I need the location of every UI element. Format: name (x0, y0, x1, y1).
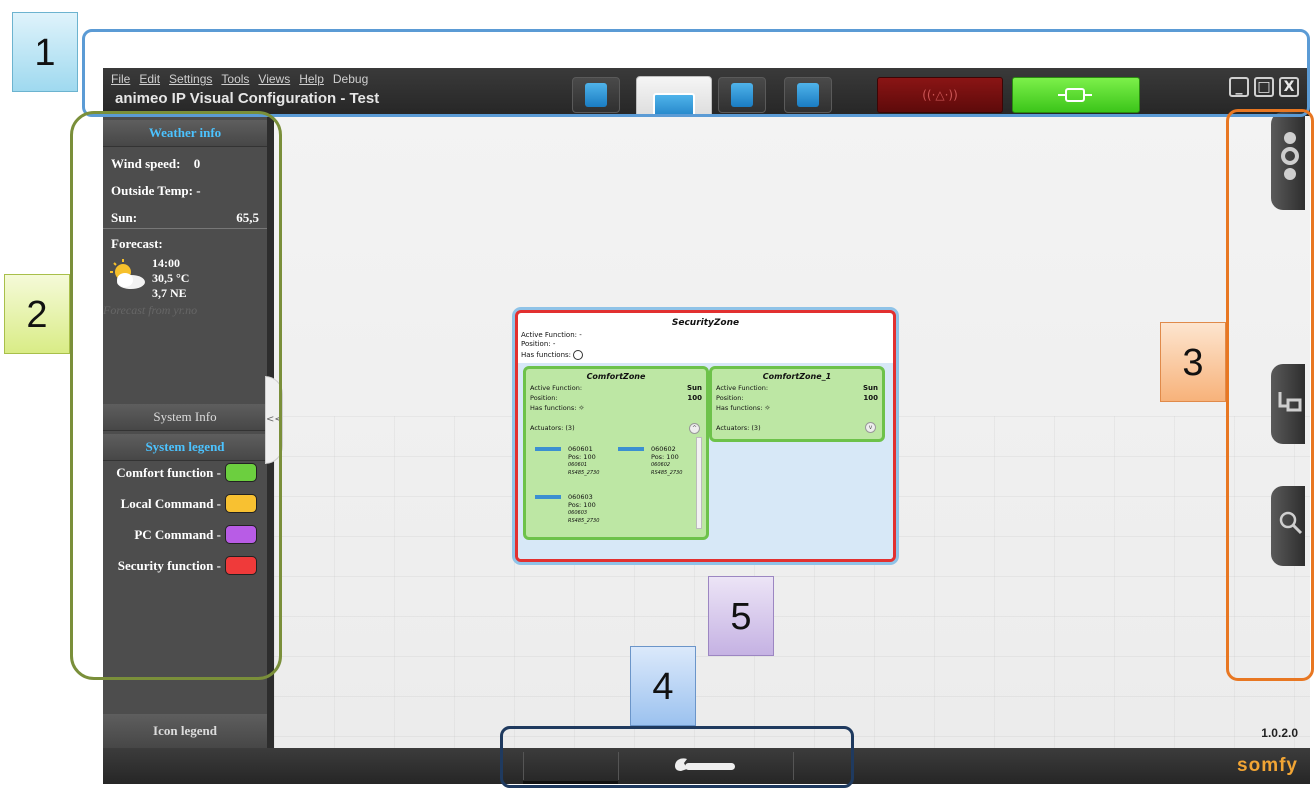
subzone-position-value: 100 (863, 394, 878, 402)
zone-has-functions-label: Has functions: (521, 351, 572, 359)
annotation-label-3: 3 (1160, 322, 1226, 402)
subzone-position-value: 100 (687, 394, 702, 402)
clock-icon (573, 350, 584, 360)
app-window: File Edit Settings Tools Views Help Debu… (103, 68, 1310, 784)
actuator-bus: RS485_2730 (651, 470, 683, 476)
comfort-zone-1-card[interactable]: ComfortZone_1 Active Function: Sun Posit… (709, 366, 885, 442)
subzone-title: ComfortZone_1 (762, 372, 832, 381)
actuator-code: 060602 (651, 462, 671, 468)
subzone-active-function-label: Active Function: (716, 384, 769, 392)
collapse-chevron-icon[interactable]: ^ (689, 423, 700, 434)
annotation-label-5: 5 (708, 576, 774, 656)
actuator-item[interactable]: 060602 Pos: 100 060602 RS485_2730 (618, 445, 683, 477)
actuator-pos: Pos: 100 (568, 453, 596, 461)
actuator-pos: Pos: 100 (651, 453, 679, 461)
subzone-active-function-value: Sun (862, 384, 878, 392)
subzone-position-label: Position: (530, 394, 558, 402)
actuator-item[interactable]: 060601 Pos: 100 060601 RS485_2730 (535, 445, 600, 477)
annotation-label-2: 2 (4, 274, 70, 354)
zone-canvas[interactable]: SecurityZone Active Function: - Position… (274, 116, 1310, 748)
annotation-frame-2 (70, 111, 282, 680)
actuator-id: 060601 (568, 445, 593, 453)
zone-position: Position: - (521, 340, 556, 348)
sun-function-icon: ☼ (764, 404, 771, 412)
comfort-zone-card[interactable]: ComfortZone Active Function: Sun Positio… (523, 366, 709, 540)
annotation-label-4: 4 (630, 646, 696, 726)
actuator-code: 060603 (568, 510, 588, 516)
blind-icon (535, 495, 561, 499)
actuator-id: 060603 (568, 493, 593, 501)
expand-chevron-icon[interactable]: v (865, 422, 876, 433)
zone-title: SecurityZone (671, 318, 740, 328)
actuator-item[interactable]: 060603 Pos: 100 060603 RS485_2730 (535, 493, 600, 525)
somfy-logo: somfy (1237, 755, 1298, 776)
subzone-active-function-label: Active Function: (530, 384, 583, 392)
icon-legend-header[interactable]: Icon legend (103, 714, 267, 748)
actuator-scrollbar[interactable] (696, 437, 702, 529)
zone-has-functions: Has functions: (521, 350, 584, 360)
actuator-bus: RS485_2730 (568, 470, 600, 476)
version-label: 1.0.2.0 (1261, 726, 1298, 740)
actuator-id: 060602 (651, 445, 676, 453)
blind-icon (535, 447, 561, 451)
blind-icon (618, 447, 644, 451)
annotation-frame-1 (82, 29, 1310, 117)
actuator-bus: RS485_2730 (568, 518, 600, 524)
subzone-active-function-value: Sun (686, 384, 702, 392)
actuators-header[interactable]: Actuators: (3) (530, 424, 575, 432)
actuators-header[interactable]: Actuators: (3) (716, 424, 761, 432)
subzone-has-functions: Has functions: ☼ (716, 404, 770, 412)
actuator-code: 060601 (568, 462, 588, 468)
subzone-has-functions-label: Has functions: (716, 404, 763, 412)
sun-function-icon: ☼ (578, 404, 585, 412)
subzone-position-label: Position: (716, 394, 744, 402)
security-zone-card[interactable]: SecurityZone Active Function: - Position… (515, 310, 896, 562)
zone-active-function: Active Function: - (521, 331, 582, 339)
subzone-has-functions-label: Has functions: (530, 404, 577, 412)
annotation-frame-4 (500, 726, 854, 788)
actuator-pos: Pos: 100 (568, 501, 596, 509)
subzone-title: ComfortZone (586, 372, 646, 381)
annotation-label-1: 1 (12, 12, 78, 92)
subzone-has-functions: Has functions: ☼ (530, 404, 584, 412)
annotation-frame-3 (1226, 109, 1314, 681)
